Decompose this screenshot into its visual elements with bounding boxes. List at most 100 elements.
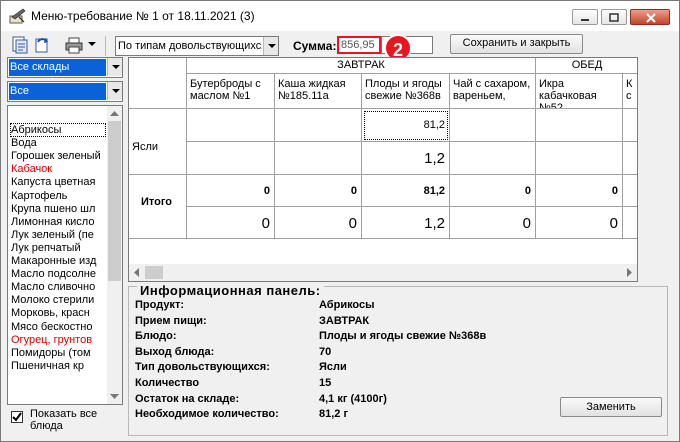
chevron-down-icon[interactable] (88, 42, 96, 47)
grid-cell[interactable]: 81,2 (362, 109, 450, 142)
category-select-value: Все (9, 83, 106, 100)
list-item[interactable]: Макаронные изд (11, 255, 107, 268)
printer-icon[interactable] (65, 36, 83, 54)
list-item[interactable]: Мясо бескостно (11, 321, 107, 334)
grid-cell[interactable]: 0 (187, 175, 275, 207)
list-item[interactable]: Лук зеленый (пе (11, 229, 107, 242)
list-item[interactable]: Кабачок (11, 163, 107, 176)
info-label: Количество (135, 377, 200, 389)
list-item[interactable]: Горошек зеленый (11, 150, 107, 163)
grid-cell[interactable] (536, 109, 623, 142)
window-title: Меню-требование № 1 от 18.11.2021 (3) (31, 9, 255, 23)
list-item[interactable]: Вода (11, 137, 107, 150)
list-item[interactable]: Огурец, грунтов (11, 334, 107, 347)
maximize-button[interactable] (601, 9, 627, 25)
scrollbar-thumb[interactable] (108, 121, 121, 281)
grid-cell[interactable]: 0 (536, 207, 623, 239)
list-item[interactable]: Абрикосы (11, 124, 107, 137)
meal-header-breakfast: ЗАВТРАК (187, 58, 536, 74)
grid-cell[interactable] (450, 142, 536, 175)
list-item[interactable]: Морковь, красн (11, 307, 107, 320)
grid-cell[interactable]: 0 (187, 207, 275, 239)
list-item[interactable]: Картофель (11, 190, 107, 203)
warehouse-select[interactable]: Все склады (7, 57, 123, 78)
close-button[interactable] (630, 9, 670, 25)
grid-cell[interactable]: 81,2 (362, 175, 450, 207)
list-item[interactable]: Лимонная кисло (11, 216, 107, 229)
dish-header[interactable]: Плоды и ягоды свежие №368в (362, 74, 450, 109)
show-all-label[interactable]: Показать все блюда (30, 408, 110, 432)
grid-cell[interactable] (623, 109, 637, 142)
info-value: Плоды и ягоды свежие №368в (319, 330, 487, 343)
warehouse-select-value: Все склады (9, 59, 106, 76)
grid-cell[interactable]: 0 (275, 175, 362, 207)
consumer-type-value: По типам довольствующихся (118, 40, 262, 52)
category-select[interactable]: Все (7, 81, 123, 102)
maximize-icon (609, 13, 619, 22)
dish-header[interactable]: Икра кабачковая №52 (536, 74, 623, 109)
info-label: Необходимое количество: (135, 408, 279, 421)
list-item[interactable]: Масло подсолне (11, 268, 107, 281)
info-label: Прием пищи: (135, 314, 207, 327)
meal-header-lunch: ОБЕД (536, 58, 637, 74)
dish-header[interactable]: Бутерброды с маслом №1 (187, 74, 275, 109)
list-item[interactable]: Капуста цветная (11, 176, 107, 189)
info-label: Блюдо: (135, 330, 177, 343)
grid-cell[interactable]: 0 (536, 175, 623, 207)
main-window: Меню-требование № 1 от 18.11.2021 (3) По… (0, 0, 680, 442)
chevron-down-icon[interactable] (263, 37, 278, 55)
list-item[interactable]: Крупа пшено шл (11, 203, 107, 216)
checkmark-icon (12, 412, 22, 422)
scroll-left-icon[interactable] (129, 264, 144, 281)
grid-cell[interactable] (187, 109, 275, 142)
row-label-nursery: Ясли (129, 109, 187, 175)
row-label-total: Итого (129, 175, 187, 239)
grid-cell[interactable] (536, 142, 623, 175)
grid-cell[interactable] (450, 109, 536, 142)
grid-cell[interactable]: 1,2 (362, 207, 450, 239)
scroll-right-icon[interactable] (622, 264, 637, 281)
grid-corner (129, 58, 187, 109)
replace-button[interactable]: Заменить (560, 397, 662, 417)
product-list[interactable]: Абрикосы Вода Горошек зеленый Кабачок Капуст… (7, 105, 123, 405)
save-and-close-button[interactable]: Сохранить и закрыть (450, 34, 583, 54)
dish-header[interactable]: Каша жидкая №185.11а (275, 74, 362, 109)
list-item[interactable]: Пшеничная кр (11, 360, 107, 373)
dish-header[interactable]: Чай с сахаром, вареньем, (450, 74, 536, 109)
grid-cell[interactable]: 1,2 (362, 142, 450, 175)
document-icon[interactable] (11, 36, 29, 54)
grid-cell[interactable] (275, 142, 362, 175)
grid-cell[interactable]: 0 (275, 207, 362, 239)
grid-cell[interactable] (623, 175, 637, 207)
list-item[interactable]: Масло сливочно (11, 281, 107, 294)
info-value: ЗАВТРАК (319, 314, 370, 327)
scrollbar-thumb[interactable] (145, 266, 163, 279)
show-all-checkbox[interactable] (11, 411, 23, 423)
product-list-scrollbar[interactable] (107, 106, 122, 404)
list-item[interactable]: Помидоры (том (11, 347, 107, 360)
grid-cell[interactable]: 0 (450, 207, 536, 239)
sum-value-field[interactable]: 856,95 (337, 36, 381, 54)
menu-grid[interactable]: ЗАВТРАК ОБЕД Бутерброды с маслом №1 Каша… (128, 57, 638, 282)
minimize-button[interactable] (572, 9, 598, 25)
consumer-type-select[interactable]: По типам довольствующихся (115, 36, 279, 56)
grid-cell[interactable] (623, 207, 637, 239)
grid-cell[interactable] (275, 109, 362, 142)
chevron-down-icon[interactable] (107, 58, 122, 76)
grid-cell[interactable]: 0 (450, 175, 536, 207)
list-item[interactable]: Молоко стерили (11, 294, 107, 307)
scroll-up-icon[interactable] (107, 106, 122, 121)
list-item[interactable]: Лук репчатый (11, 242, 107, 255)
info-value: Абрикосы (319, 299, 375, 311)
grid-horizontal-scrollbar[interactable] (129, 264, 637, 281)
info-value: 15 (319, 377, 332, 389)
app-icon (9, 8, 26, 24)
grid-cell[interactable] (187, 142, 275, 175)
dish-header[interactable]: К с (623, 74, 637, 109)
title-bar[interactable]: Меню-требование № 1 от 18.11.2021 (3) (1, 1, 679, 31)
chevron-down-icon[interactable] (107, 82, 122, 100)
refresh-document-icon[interactable] (33, 36, 51, 54)
scroll-down-icon[interactable] (107, 389, 122, 404)
minimize-icon (581, 19, 589, 21)
grid-cell[interactable] (623, 142, 637, 175)
